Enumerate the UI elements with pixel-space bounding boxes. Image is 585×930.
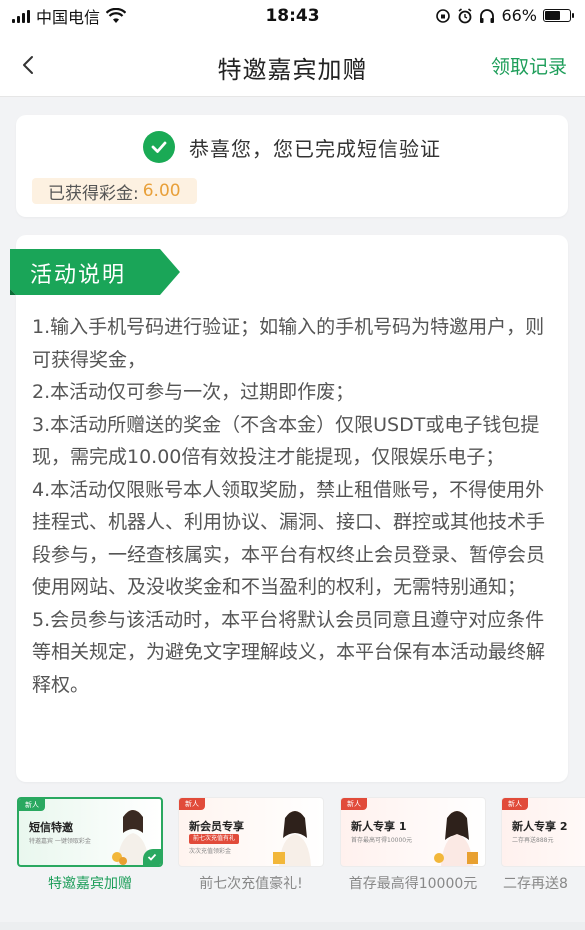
battery-icon <box>543 9 574 22</box>
status-bar: 中国电信 18:43 66% <box>0 0 585 34</box>
rules-ribbon: 活动说明 <box>10 249 182 295</box>
rule-item: 2.本活动仅可参与一次，过期即作废； <box>32 381 355 403</box>
promo-banner: 新人 新人专享 2 二存再送888元 <box>501 797 585 867</box>
rules-heading: 活动说明 <box>30 263 127 288</box>
tab-label: 二存再送8 <box>503 876 568 892</box>
success-message: 恭喜您，您已完成短信验证 <box>189 136 441 161</box>
new-tag: 新人 <box>19 799 45 811</box>
banner-pill: 前七次充值有礼 <box>189 834 240 844</box>
promo-model-icon <box>434 811 478 866</box>
new-tag: 新人 <box>179 798 205 810</box>
success-row: 恭喜您，您已完成短信验证 <box>16 131 568 163</box>
selected-check-icon <box>143 849 161 865</box>
rule-item: 3.本活动所赠送的奖金（不含本金）仅限USDT或电子钱包提现，需完成10.00倍… <box>32 413 540 469</box>
bonus-label: 已获得彩金: <box>48 183 139 204</box>
banner-subtitle: 二存再送888元 <box>512 837 554 844</box>
tab-label: 前七次充值豪礼! <box>199 876 303 892</box>
promo-banner: 新人 短信特邀 特邀嘉宾 一键领取彩金 <box>17 797 163 867</box>
bonus-badge: 已获得彩金: 6.00 <box>32 178 197 204</box>
promo-banner: 新人 新会员专享 前七次充值有礼 次次充值领彩金 <box>178 797 324 867</box>
verification-success-card: 恭喜您，您已完成短信验证 已获得彩金: 6.00 <box>16 115 568 217</box>
banner-subtitle: 次次充值领彩金 <box>189 848 232 855</box>
lock-rotation-icon <box>436 8 451 23</box>
banner-title: 新人专享 2 <box>512 820 568 833</box>
promo-model-icon <box>273 811 311 866</box>
banner-subtitle: 特邀嘉宾 一键领取彩金 <box>29 838 91 845</box>
rule-item: 5.会员参与该活动时，本平台将默认会员同意且遵守对应条件等相关规定，为避免文字理… <box>32 608 546 696</box>
nav-bar: 特邀嘉宾加赠 领取记录 <box>0 34 585 97</box>
new-tag: 新人 <box>341 798 367 810</box>
new-tag: 新人 <box>502 798 528 810</box>
alarm-icon <box>458 7 472 23</box>
rules-list: 1.输入手机号码进行验证；如输入的手机号码为特邀用户，则可获得奖金， 2.本活动… <box>32 311 556 701</box>
rule-item: 1.输入手机号码进行验证；如输入的手机号码为特邀用户，则可获得奖金， <box>32 316 545 371</box>
banner-title: 新人专享 1 <box>351 820 407 833</box>
headphones-icon <box>480 8 495 23</box>
bonus-value: 6.00 <box>142 181 181 201</box>
promo-banner: 新人 新人专享 1 首存最高可得10000元 <box>340 797 486 867</box>
battery-percent: 66% <box>501 6 537 25</box>
banner-subtitle: 首存最高可得10000元 <box>351 837 413 844</box>
tab-label: 特邀嘉宾加赠 <box>48 876 132 892</box>
activity-rules-card: 活动说明 1.输入手机号码进行验证；如输入的手机号码为特邀用户，则可获得奖金， … <box>10 235 568 782</box>
banner-title: 短信特邀 <box>29 821 73 834</box>
claim-records-link[interactable]: 领取记录 <box>491 52 567 79</box>
status-right: 66% <box>435 6 574 25</box>
rule-item: 4.本活动仅限账号本人领取奖励，禁止租借账号，不得使用外挂程式、机器人、利用协议… <box>32 478 546 599</box>
banner-title: 新会员专享 <box>189 820 244 833</box>
bottom-strip <box>0 922 585 930</box>
tab-label: 首存最高得10000元 <box>348 876 478 892</box>
check-circle-icon <box>143 131 175 163</box>
promotion-tabs: 新人 短信特邀 特邀嘉宾 一键领取彩金 特邀嘉宾加赠 新人 新会员专享 前七次充… <box>0 793 585 903</box>
